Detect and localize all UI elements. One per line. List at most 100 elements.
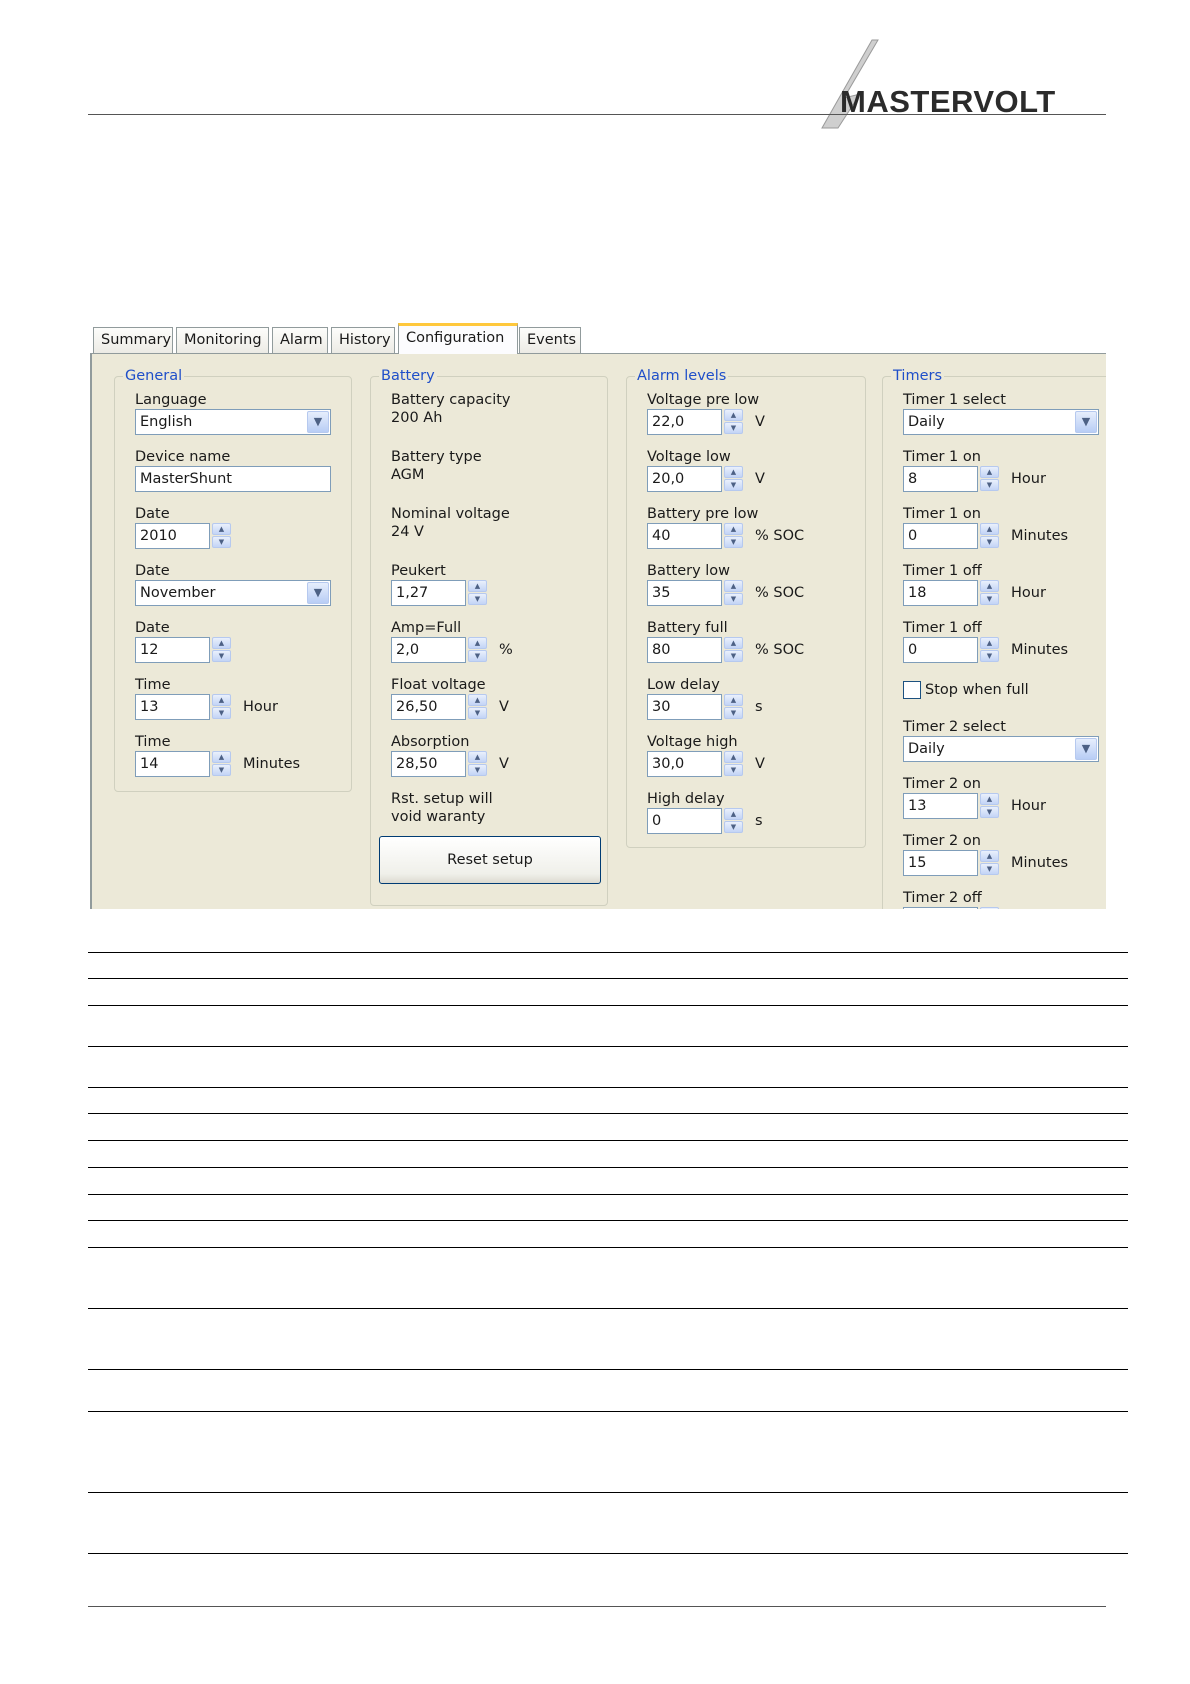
spin-up-icon[interactable]: ▲ [212,523,231,535]
spin-down-icon[interactable]: ▼ [724,479,743,491]
spin-up-icon[interactable]: ▲ [724,637,743,649]
timer1-off-hour-field[interactable]: 18 [903,580,978,606]
battery-low-stepper[interactable]: ▲ ▼ [724,580,743,606]
spin-down-icon[interactable]: ▼ [212,707,231,719]
spin-up-icon[interactable]: ▲ [724,466,743,478]
voltage-high-stepper[interactable]: ▲ ▼ [724,751,743,777]
timer1-on-hour-field[interactable]: 8 [903,466,978,492]
timer1-on-hour-stepper[interactable]: ▲ ▼ [980,466,999,492]
timer1-off-minute-stepper[interactable]: ▲ ▼ [980,637,999,663]
timer2-on-minute-stepper[interactable]: ▲ ▼ [980,850,999,876]
low-delay-field[interactable]: 30 [647,694,722,720]
voltage-pre-low-stepper[interactable]: ▲ ▼ [724,409,743,435]
ampfull-field[interactable]: 2,0 [391,637,466,663]
high-delay-field[interactable]: 0 [647,808,722,834]
spin-down-icon[interactable]: ▼ [724,707,743,719]
spin-down-icon[interactable]: ▼ [468,650,487,662]
voltage-low-field[interactable]: 20,0 [647,466,722,492]
float-stepper[interactable]: ▲ ▼ [468,694,487,720]
spin-down-icon[interactable]: ▼ [724,422,743,434]
timer2-on-minute-field[interactable]: 15 [903,850,978,876]
tab-alarm[interactable]: Alarm [272,327,328,353]
spin-up-icon[interactable]: ▲ [724,694,743,706]
spin-down-icon[interactable]: ▼ [212,764,231,776]
battery-pre-low-stepper[interactable]: ▲ ▼ [724,523,743,549]
chevron-down-icon[interactable]: ▼ [307,411,329,433]
chevron-down-icon[interactable]: ▼ [307,582,329,604]
spin-up-icon[interactable]: ▲ [724,523,743,535]
spin-down-icon[interactable]: ▼ [980,536,999,548]
tab-monitoring[interactable]: Monitoring [176,327,269,353]
spin-up-icon[interactable]: ▲ [724,409,743,421]
spin-up-icon[interactable]: ▲ [212,751,231,763]
hour-stepper[interactable]: ▲ ▼ [212,694,231,720]
spin-down-icon[interactable]: ▼ [724,593,743,605]
voltage-low-stepper[interactable]: ▲ ▼ [724,466,743,492]
tab-history[interactable]: History [331,327,395,353]
month-select[interactable]: November ▼ [135,580,331,606]
chevron-down-icon[interactable]: ▼ [1075,738,1097,760]
battery-full-field[interactable]: 80 [647,637,722,663]
reset-setup-button[interactable]: Reset setup [379,836,601,884]
spin-down-icon[interactable]: ▼ [980,863,999,875]
hour-field[interactable]: 13 [135,694,210,720]
spin-down-icon[interactable]: ▼ [212,536,231,548]
tab-events[interactable]: Events [519,327,581,353]
spin-up-icon[interactable]: ▲ [724,580,743,592]
spin-up-icon[interactable]: ▲ [980,850,999,862]
spin-up-icon[interactable]: ▲ [468,580,487,592]
spin-up-icon[interactable]: ▲ [468,694,487,706]
spin-up-icon[interactable]: ▲ [212,637,231,649]
high-delay-stepper[interactable]: ▲ ▼ [724,808,743,834]
float-field[interactable]: 26,50 [391,694,466,720]
absorption-field[interactable]: 28,50 [391,751,466,777]
spin-up-icon[interactable]: ▲ [980,523,999,535]
voltage-pre-low-field[interactable]: 22,0 [647,409,722,435]
spin-up-icon[interactable]: ▲ [724,808,743,820]
spin-up-icon[interactable]: ▲ [468,751,487,763]
spin-down-icon[interactable]: ▼ [980,806,999,818]
spin-up-icon[interactable]: ▲ [980,580,999,592]
timer1-off-hour-stepper[interactable]: ▲ ▼ [980,580,999,606]
timer2-on-hour-field[interactable]: 13 [903,793,978,819]
stop-when-full-checkbox[interactable] [903,681,921,699]
spin-up-icon[interactable]: ▲ [212,694,231,706]
language-select[interactable]: English ▼ [135,409,331,435]
tab-configuration[interactable]: Configuration [398,323,518,354]
battery-full-stepper[interactable]: ▲ ▼ [724,637,743,663]
peukert-stepper[interactable]: ▲ ▼ [468,580,487,606]
spin-down-icon[interactable]: ▼ [468,707,487,719]
spin-down-icon[interactable]: ▼ [212,650,231,662]
spin-up-icon[interactable]: ▲ [980,466,999,478]
peukert-field[interactable]: 1,27 [391,580,466,606]
spin-up-icon[interactable]: ▲ [468,637,487,649]
spin-down-icon[interactable]: ▼ [980,479,999,491]
timer2-off-stepper[interactable]: ▲▼ [980,907,999,909]
tab-summary[interactable]: Summary [93,327,173,353]
spin-down-icon[interactable]: ▼ [980,593,999,605]
timer1-select[interactable]: Daily ▼ [903,409,1099,435]
spin-up-icon[interactable]: ▲ [980,793,999,805]
year-field[interactable]: 2010 [135,523,210,549]
spin-up-icon[interactable]: ▲ [980,637,999,649]
ampfull-stepper[interactable]: ▲ ▼ [468,637,487,663]
timer2-select[interactable]: Daily ▼ [903,736,1099,762]
minute-stepper[interactable]: ▲ ▼ [212,751,231,777]
spin-down-icon[interactable]: ▼ [468,593,487,605]
year-stepper[interactable]: ▲ ▼ [212,523,231,549]
timer1-on-minute-field[interactable]: 0 [903,523,978,549]
timer1-on-minute-stepper[interactable]: ▲ ▼ [980,523,999,549]
day-field[interactable]: 12 [135,637,210,663]
timer2-on-hour-stepper[interactable]: ▲ ▼ [980,793,999,819]
spin-down-icon[interactable]: ▼ [724,536,743,548]
voltage-high-field[interactable]: 30,0 [647,751,722,777]
day-stepper[interactable]: ▲ ▼ [212,637,231,663]
timer1-off-minute-field[interactable]: 0 [903,637,978,663]
spin-down-icon[interactable]: ▼ [724,650,743,662]
spin-down-icon[interactable]: ▼ [980,650,999,662]
spin-down-icon[interactable]: ▼ [468,764,487,776]
low-delay-stepper[interactable]: ▲ ▼ [724,694,743,720]
chevron-down-icon[interactable]: ▼ [1075,411,1097,433]
spin-down-icon[interactable]: ▼ [724,821,743,833]
minute-field[interactable]: 14 [135,751,210,777]
